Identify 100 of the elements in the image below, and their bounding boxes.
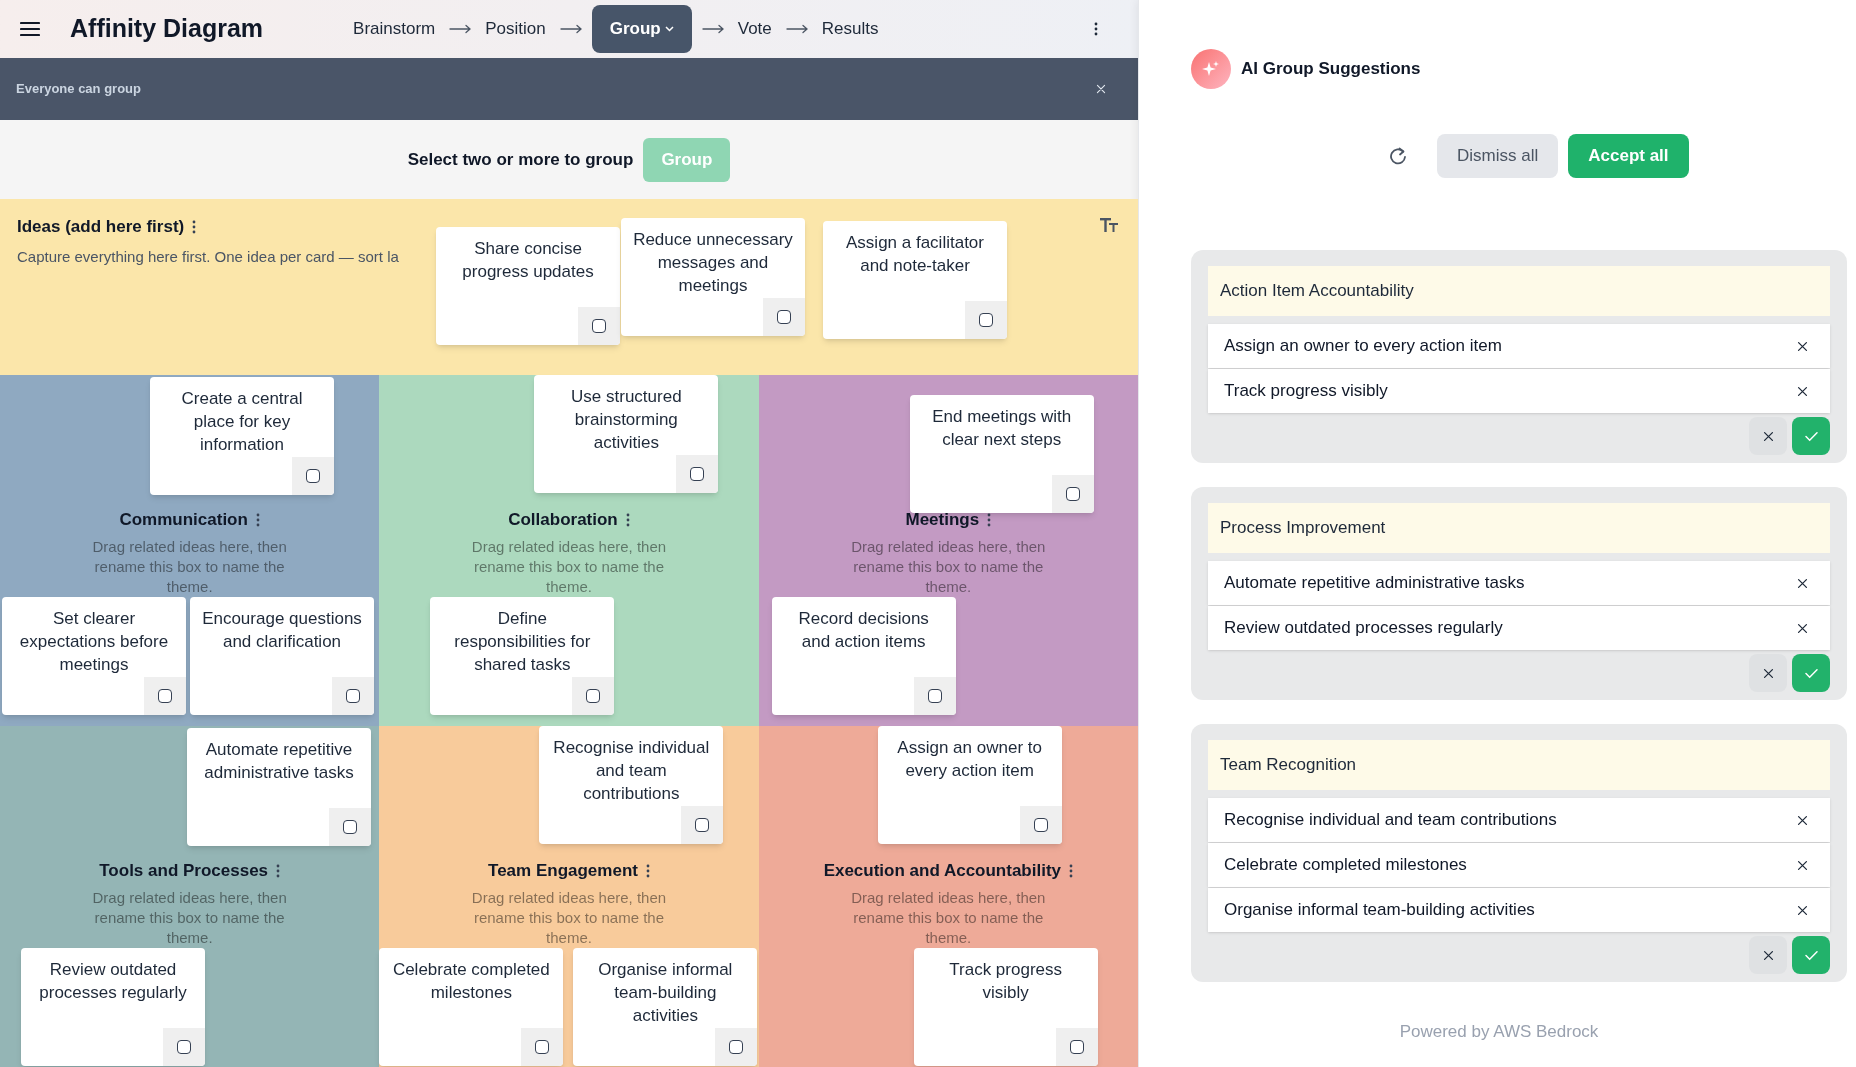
footer-text: Powered by AWS Bedrock xyxy=(1398,1021,1600,1044)
zone-title: Tools and Processes xyxy=(99,860,269,882)
item-text: Organise informal team-building activities xyxy=(1224,899,1535,922)
card-text: Review outdated processes regularly xyxy=(38,959,188,1004)
checkbox[interactable] xyxy=(1033,818,1048,832)
more-icon[interactable] xyxy=(192,219,197,234)
card-text: Encourage questions and clarification xyxy=(201,608,363,653)
item-text: Celebrate completed milestones xyxy=(1224,854,1467,877)
suggestion-title: Process Improvement xyxy=(1208,503,1830,553)
text-size-icon[interactable] xyxy=(1100,218,1118,232)
check-icon xyxy=(1804,667,1818,679)
zone-title: Collaboration xyxy=(508,509,618,531)
idea-card[interactable]: Set clearer expectations before meetings xyxy=(2,597,186,715)
close-icon[interactable] xyxy=(1797,340,1808,352)
more-icon[interactable] xyxy=(1094,22,1098,36)
zone-title: Ideas (add here first) xyxy=(17,216,185,238)
card-text: Automate repetitive administrative tasks xyxy=(203,739,355,784)
idea-card[interactable]: Reduce unnecessary messages and meetings xyxy=(621,218,805,336)
banner-text: Everyone can group xyxy=(16,80,141,99)
checkbox[interactable] xyxy=(346,689,360,703)
step-tab[interactable]: Results xyxy=(817,5,883,53)
close-icon[interactable] xyxy=(1797,622,1808,634)
idea-card[interactable]: Use structured brainstorming activities xyxy=(534,375,719,493)
arrow-icon xyxy=(785,23,808,35)
item-text: Automate repetitive administrative tasks xyxy=(1224,572,1525,595)
checkbox[interactable] xyxy=(592,319,606,333)
idea-card[interactable]: Automate repetitive administrative tasks xyxy=(187,728,371,846)
close-icon xyxy=(1762,430,1774,442)
idea-card[interactable]: Organise informal team-building activities xyxy=(573,948,758,1066)
step-tab[interactable]: Group xyxy=(591,5,692,53)
arrow-icon xyxy=(559,23,582,35)
check-icon xyxy=(1804,949,1818,961)
more-icon[interactable] xyxy=(987,512,992,527)
checkbox[interactable] xyxy=(177,1040,191,1054)
checkbox[interactable] xyxy=(306,469,320,483)
arrow-icon xyxy=(449,23,472,35)
refresh-icon[interactable] xyxy=(1389,147,1407,165)
zone-hint: Drag related ideas here, then rename this box to name the theme. xyxy=(850,887,1047,948)
close-icon xyxy=(1762,949,1774,961)
sparkle-icon xyxy=(1191,49,1231,89)
card-text: Use structured brainstorming activities xyxy=(570,386,683,454)
checkbox[interactable] xyxy=(1069,1040,1084,1054)
card-text: Recognise individual and team contributions xyxy=(552,737,711,805)
item-text: Track progress visibly xyxy=(1224,380,1388,403)
panel-title: AI Group Suggestions xyxy=(1241,58,1421,81)
zone-title: Communication xyxy=(119,509,248,531)
dismiss-all-button[interactable]: Dismiss all xyxy=(1437,134,1559,178)
card-text: Define responsibilities for shared tasks xyxy=(453,608,592,676)
checkbox[interactable] xyxy=(927,689,942,703)
more-icon[interactable] xyxy=(1069,863,1074,878)
item-text: Assign an owner to every action item xyxy=(1224,335,1502,358)
checkbox[interactable] xyxy=(777,310,791,324)
step-tab[interactable]: Brainstorm xyxy=(349,5,440,53)
checkbox[interactable] xyxy=(1065,487,1080,501)
idea-card[interactable]: Encourage questions and clarification xyxy=(190,597,374,715)
checkbox[interactable] xyxy=(586,689,601,703)
idea-card[interactable]: Share concise progress updates xyxy=(436,227,620,345)
menu-icon[interactable] xyxy=(20,21,40,37)
zone-hint: Drag related ideas here, then rename this box to name the theme. xyxy=(91,887,288,948)
zone-hint: Drag related ideas here, then rename this box to name the theme. xyxy=(850,536,1047,597)
idea-card[interactable]: Create a central place for key information xyxy=(150,377,334,495)
item-text: Review outdated processes regularly xyxy=(1224,617,1503,640)
card-text: Celebrate completed milestones xyxy=(391,959,551,1004)
idea-card[interactable]: Review outdated processes regularly xyxy=(21,948,205,1066)
checkbox[interactable] xyxy=(535,1040,550,1054)
more-icon[interactable] xyxy=(625,512,630,527)
close-icon[interactable] xyxy=(1797,859,1808,871)
card-text: Record decisions and action items xyxy=(797,608,930,653)
idea-card[interactable]: Record decisions and action items xyxy=(771,597,956,715)
checkbox[interactable] xyxy=(729,1040,744,1054)
card-text: Assign a facilitator and note-taker xyxy=(845,232,985,277)
selection-prompt: Select two or more to group xyxy=(407,148,634,171)
idea-card[interactable]: Assign a facilitator and note-taker xyxy=(823,221,1007,339)
close-icon[interactable] xyxy=(1797,814,1808,826)
close-icon[interactable] xyxy=(1797,385,1808,397)
zone-hint: Drag related ideas here, then rename this box to name the theme. xyxy=(470,887,668,948)
idea-card[interactable]: End meetings with clear next steps xyxy=(909,395,1094,513)
checkbox[interactable] xyxy=(343,820,357,834)
arrow-icon xyxy=(701,23,724,35)
more-icon[interactable] xyxy=(645,863,650,878)
card-text: Organise informal team-building activities xyxy=(597,959,734,1027)
close-icon xyxy=(1762,667,1774,679)
idea-card[interactable]: Assign an owner to every action item xyxy=(877,726,1062,844)
idea-card[interactable]: Track progress visibly xyxy=(913,948,1098,1066)
card-text: Track progress visibly xyxy=(948,959,1063,1004)
step-tab[interactable]: Vote xyxy=(733,5,776,53)
checkbox[interactable] xyxy=(690,467,705,481)
checkbox[interactable] xyxy=(979,313,993,327)
idea-card[interactable]: Celebrate completed milestones xyxy=(379,948,564,1066)
step-tab[interactable]: Position xyxy=(481,5,550,53)
idea-card[interactable]: Define responsibilities for shared tasks xyxy=(430,597,615,715)
checkbox[interactable] xyxy=(695,818,710,832)
card-text: Set clearer expectations before meetings xyxy=(18,608,170,676)
card-text: Reduce unnecessary messages and meetings xyxy=(632,229,794,297)
idea-card[interactable]: Recognise individual and team contributions xyxy=(539,726,724,844)
item-text: Recognise individual and team contributions xyxy=(1224,809,1557,832)
card-text: End meetings with clear next steps xyxy=(931,406,1073,451)
checkbox[interactable] xyxy=(158,689,172,703)
close-icon[interactable] xyxy=(1797,577,1808,589)
close-icon[interactable] xyxy=(1797,904,1808,916)
